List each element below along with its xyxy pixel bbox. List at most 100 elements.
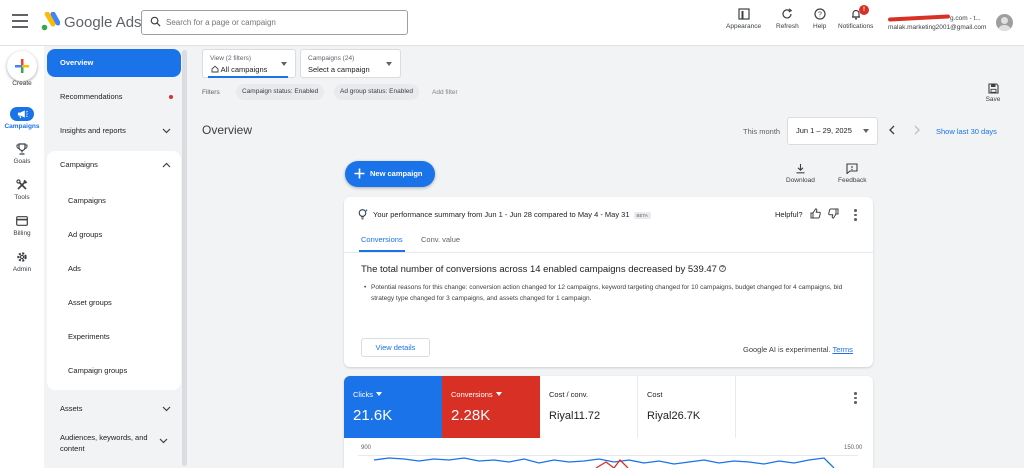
sidebar-sub-campaigns[interactable]: Campaigns	[68, 196, 106, 205]
page-title: Overview	[202, 123, 253, 137]
campaign-picker[interactable]: Campaigns (24) Select a campaign	[300, 49, 401, 78]
rail-item-goals[interactable]: Goals	[0, 142, 44, 165]
thumbs-down-icon[interactable]	[828, 208, 839, 219]
sidebar-item-campaigns-header[interactable]: Campaigns	[47, 151, 181, 179]
sidebar-label-audiences: Audiences, keywords, and content	[60, 433, 148, 453]
filter-chip-campaign-status[interactable]: Campaign status: Enabled	[236, 84, 325, 100]
menu-icon[interactable]	[12, 14, 28, 28]
caret-down-icon	[281, 62, 287, 66]
feedback-label: Feedback	[838, 177, 867, 184]
filter-chip-ad-group-status[interactable]: Ad group status: Enabled	[334, 84, 419, 100]
top-bar: Google Ads Appearance Refresh ? Help ! N…	[0, 0, 1024, 46]
chevron-down-icon	[162, 406, 171, 412]
save-label: Save	[985, 96, 1001, 103]
chevron-down-icon[interactable]	[159, 434, 168, 448]
feedback-button[interactable]: Feedback	[838, 163, 867, 184]
tab-conversions[interactable]: Conversions	[359, 235, 405, 252]
filters-label: Filters	[202, 89, 220, 96]
sidebar-item-recommendations[interactable]: Recommendations	[47, 83, 181, 111]
left-rail: Create Campaigns Goals Tools Billing Adm…	[0, 46, 44, 468]
caret-down-icon	[863, 129, 869, 133]
refresh-button[interactable]: Refresh	[776, 8, 799, 30]
alert-dot	[169, 95, 173, 99]
help-icon: ?	[814, 8, 826, 20]
avatar[interactable]	[996, 14, 1013, 31]
rail-item-campaigns[interactable]: Campaigns	[0, 107, 44, 130]
appearance-button[interactable]: Appearance	[726, 8, 761, 30]
trophy-icon	[16, 143, 28, 155]
download-label: Download	[786, 177, 815, 184]
lightbulb-icon	[358, 209, 368, 220]
chevron-up-icon	[162, 162, 171, 168]
rail-item-admin[interactable]: Admin	[0, 250, 44, 273]
create-button[interactable]	[7, 51, 37, 81]
sidebar-sub-ads[interactable]: Ads	[68, 264, 81, 273]
view-details-button[interactable]: View details	[361, 338, 430, 357]
rail-label-tools: Tools	[14, 194, 30, 201]
beta-badge: BETA	[633, 211, 651, 219]
sidebar-sub-ad-groups[interactable]: Ad groups	[68, 230, 102, 239]
trend-chart	[373, 457, 835, 468]
date-range-value: Jun 1 – 29, 2025	[796, 126, 852, 135]
sidebar-sub-experiments[interactable]: Experiments	[68, 332, 110, 341]
date-range-picker[interactable]: Jun 1 – 29, 2025	[787, 117, 878, 145]
tab-conv-value[interactable]: Conv. value	[421, 235, 460, 244]
chevron-down-icon	[162, 128, 171, 134]
sidebar-item-assets[interactable]: Assets	[47, 395, 181, 423]
feedback-icon	[846, 163, 858, 174]
rail-label-admin: Admin	[12, 266, 32, 273]
account-info[interactable]: g.com - t... malak.marketing2001@gmail.c…	[887, 14, 988, 32]
notification-badge: !	[859, 5, 869, 15]
rail-item-billing[interactable]: Billing	[0, 214, 44, 237]
sidebar-sub-campaign-groups[interactable]: Campaign groups	[68, 366, 127, 375]
megaphone-icon	[17, 110, 28, 119]
summary-headline: Your performance summary from Jun 1 - Ju…	[373, 210, 651, 219]
create-label: Create	[12, 80, 32, 87]
download-button[interactable]: Download	[786, 163, 815, 184]
rail-item-tools[interactable]: Tools	[0, 178, 44, 201]
chevron-left-icon[interactable]	[888, 125, 896, 135]
caret-down-icon	[386, 62, 392, 66]
metrics-card: Clicks 21.6K Conversions 2.28K Cost / co…	[344, 376, 873, 468]
campaigns-group: Campaigns Campaigns Ad groups Ads Asset …	[47, 151, 181, 390]
performance-summary-card: Your performance summary from Jun 1 - Ju…	[344, 197, 873, 367]
notifications-button[interactable]: ! Notifications	[838, 5, 874, 30]
active-underline	[208, 76, 288, 78]
add-filter-link[interactable]: Add filter	[432, 89, 458, 96]
search-input[interactable]	[166, 14, 396, 31]
rail-label-campaigns: Campaigns	[4, 123, 40, 130]
sidebar-label-recommendations: Recommendations	[60, 92, 123, 101]
view-picker-caption: View (2 filters)	[210, 55, 252, 62]
svg-text:?: ?	[818, 12, 822, 19]
summary-main-text: The total number of conversions across 1…	[361, 264, 726, 275]
sidebar-item-insights[interactable]: Insights and reports	[47, 117, 181, 145]
show-last-30-days-link[interactable]: Show last 30 days	[936, 127, 997, 136]
search-box[interactable]	[141, 10, 408, 35]
thumbs-up-icon[interactable]	[810, 208, 821, 219]
sidebar-label-overview: Overview	[60, 58, 94, 67]
help-circle-icon[interactable]: ?	[718, 265, 726, 272]
new-campaign-button[interactable]: New campaign	[345, 161, 435, 187]
google-ads-logo[interactable]	[40, 12, 60, 32]
plus-icon	[15, 59, 29, 73]
help-button[interactable]: ? Help	[813, 8, 826, 30]
sidebar: Overview Recommendations Insights and re…	[44, 46, 189, 468]
campaign-picker-value: Select a campaign	[308, 65, 370, 74]
sidebar-item-overview[interactable]: Overview	[47, 49, 181, 77]
terms-link[interactable]: Terms	[833, 345, 853, 354]
redaction-mark	[887, 14, 951, 22]
sidebar-label-campaigns-header: Campaigns	[60, 160, 98, 169]
view-picker[interactable]: View (2 filters) All campaigns	[202, 49, 296, 78]
account-email: malak.marketing2001@gmail.com	[888, 24, 987, 31]
more-options-icon[interactable]	[854, 209, 857, 223]
notifications-label: Notifications	[838, 23, 874, 30]
campaign-picker-caption: Campaigns (24)	[308, 55, 355, 62]
brand-name[interactable]: Google Ads	[64, 14, 142, 31]
summary-detail: Potential reasons for this change: conve…	[364, 283, 849, 304]
search-icon	[150, 16, 161, 27]
chevron-right-icon[interactable]	[913, 125, 921, 135]
sidebar-scrollbar[interactable]	[182, 50, 187, 466]
sidebar-sub-asset-groups[interactable]: Asset groups	[68, 298, 112, 307]
save-button[interactable]: Save	[983, 83, 1003, 103]
sidebar-item-audiences[interactable]: Audiences, keywords, and content	[47, 430, 157, 458]
